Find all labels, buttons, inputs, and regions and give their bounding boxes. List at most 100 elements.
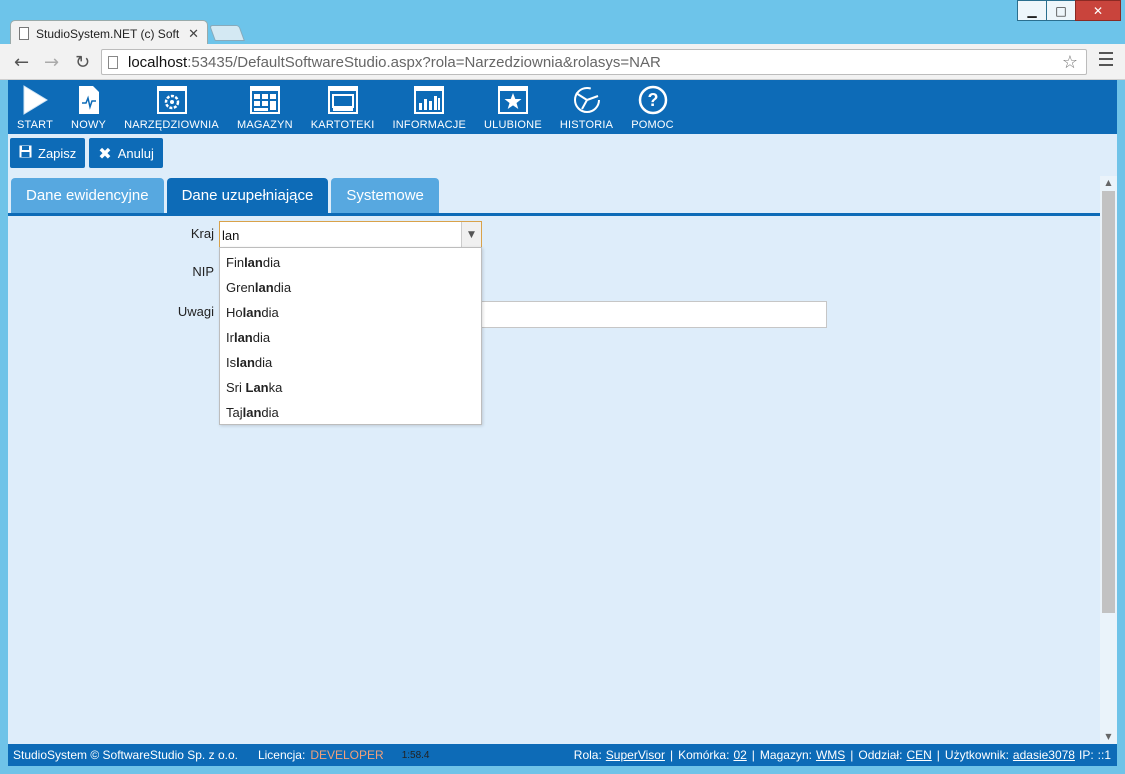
dropdown-option[interactable]: Fin lan dia — [220, 250, 481, 275]
url-field[interactable]: localhost:53435/DefaultSoftwareStudio.as… — [101, 49, 1087, 75]
option-text-match: lan — [242, 405, 262, 420]
option-text-match: lan — [242, 305, 262, 320]
bar-chart-icon — [414, 85, 445, 115]
start-button[interactable]: START — [8, 80, 62, 134]
option-text-pre: Gren — [226, 280, 255, 295]
url-path: :53435/DefaultSoftwareStudio.aspx?rola=N… — [187, 53, 661, 71]
oddzial-link[interactable]: CEN — [906, 748, 931, 762]
nowy-button[interactable]: NOWY — [62, 80, 115, 134]
license-label: Licencja: — [257, 748, 306, 762]
vertical-scrollbar[interactable]: ▲ ▼ — [1100, 176, 1117, 744]
address-bar-row: ← → ↻ localhost:53435/DefaultSoftwareStu… — [0, 44, 1125, 80]
maximize-button[interactable]: □ — [1046, 0, 1076, 21]
option-text-match: lan — [254, 280, 274, 295]
time-text: 1:58.4 — [401, 749, 430, 761]
browser-tab-title: StudioSystem.NET (c) Soft — [36, 26, 180, 41]
dropdown-option[interactable]: Sri Lan ka — [220, 375, 481, 400]
option-text-post: dia — [261, 305, 279, 320]
ulubione-button[interactable]: ULUBIONE — [475, 80, 551, 134]
ip-label: IP: — [1078, 748, 1094, 762]
option-text-match: lan — [233, 330, 253, 345]
option-text-post: dia — [252, 330, 271, 345]
page-tabs: Dane ewidencyjne Dane uzupełniające Syst… — [11, 178, 439, 213]
option-text-pre: Sri — [226, 380, 246, 395]
forward-arrow-icon[interactable]: → — [44, 52, 59, 73]
play-icon — [20, 85, 50, 115]
grid-icon — [249, 85, 280, 115]
help-icon: ? — [638, 85, 668, 115]
option-text-pre: Taj — [226, 405, 243, 420]
historia-button[interactable]: HISTORIA — [551, 80, 622, 134]
tab-systemowe[interactable]: Systemowe — [331, 178, 439, 213]
option-text-post: dia — [254, 355, 273, 370]
dropdown-option[interactable]: Gren lan dia — [220, 275, 481, 300]
magazyn-button[interactable]: MAGAZYN — [228, 80, 302, 134]
tab-dane-uzupelniajace[interactable]: Dane uzupełniające — [166, 178, 329, 213]
tab-dane-ewidencyjne[interactable]: Dane ewidencyjne — [11, 178, 164, 213]
kraj-dropdown-list: Fin lan dia Gren lan dia Ho lan dia Ir lan dia Is lan… — [219, 247, 482, 425]
gear-icon — [156, 85, 187, 115]
save-label: Zapisz — [38, 145, 77, 161]
scroll-up-icon[interactable]: ▲ — [1100, 176, 1117, 190]
browser-tab[interactable]: StudioSystem.NET (c) Soft ✕ — [10, 20, 208, 46]
license-value: DEVELOPER — [310, 748, 384, 762]
magazyn-label: Magazyn: — [759, 748, 812, 762]
option-text-post: ka — [268, 380, 283, 395]
window-titlebar: ▁ □ ✕ StudioSystem.NET (c) Soft ✕ — [0, 0, 1125, 46]
floppy-disk-icon — [19, 145, 32, 162]
bookmark-star-icon[interactable]: ☆ — [1062, 52, 1078, 73]
app-toolbar: START NOWY NARZĘDZIOWNIA MAGAZYN KARTOTE… — [8, 80, 1117, 134]
chevron-down-icon[interactable]: ▼ — [461, 222, 481, 247]
rola-link[interactable]: SuperVisor — [606, 748, 665, 762]
close-window-button[interactable]: ✕ — [1075, 0, 1121, 21]
magazyn-link[interactable]: WMS — [816, 748, 845, 762]
kartoteki-button[interactable]: KARTOTEKI — [302, 80, 384, 134]
status-bar: StudioSystem © SoftwareStudio Sp. z o.o.… — [8, 744, 1117, 766]
informacje-button[interactable]: INFORMACJE — [384, 80, 476, 134]
dropdown-option[interactable]: Ir lan dia — [220, 325, 481, 350]
komorka-link[interactable]: 02 — [733, 748, 746, 762]
dropdown-option[interactable]: Is lan dia — [220, 350, 481, 375]
oddzial-label: Oddział: — [858, 748, 903, 762]
option-text-pre: Ho — [226, 305, 243, 320]
uzytkownik-label: Użytkownik: — [944, 748, 1009, 762]
url-host: localhost — [128, 53, 188, 71]
scrollbar-thumb[interactable] — [1102, 191, 1115, 613]
reload-icon[interactable]: ↻ — [75, 52, 90, 73]
svg-text:?: ? — [647, 90, 658, 110]
kraj-label: Kraj — [190, 226, 214, 241]
kraj-combobox[interactable]: lan ▼ — [219, 221, 482, 248]
window-controls: ▁ □ ✕ — [1017, 0, 1121, 21]
kraj-input-value[interactable]: lan — [220, 222, 461, 247]
dropdown-option[interactable]: Taj lan dia — [220, 400, 481, 425]
company-text: StudioSystem © SoftwareStudio Sp. z o.o. — [13, 748, 238, 762]
option-text-match: Lan — [245, 380, 269, 395]
narzedziownia-button[interactable]: NARZĘDZIOWNIA — [115, 80, 228, 134]
new-tab-button[interactable] — [209, 25, 245, 41]
close-tab-icon[interactable]: ✕ — [188, 26, 199, 42]
browser-menu-icon[interactable] — [1099, 52, 1113, 70]
option-text-match: lan — [236, 355, 255, 370]
uwagi-input[interactable] — [480, 301, 827, 328]
close-icon: ✖ — [98, 143, 112, 163]
action-bar: Zapisz ✖ Anuluj — [10, 138, 163, 168]
cancel-label: Anuluj — [117, 145, 154, 161]
star-icon — [497, 85, 528, 115]
scroll-down-icon[interactable]: ▼ — [1100, 730, 1117, 744]
tab-underline — [8, 213, 1100, 216]
option-text-post: dia — [261, 405, 279, 420]
minimize-button[interactable]: ▁ — [1017, 0, 1047, 21]
pomoc-button[interactable]: ? POMOC — [622, 80, 683, 134]
rola-label: Rola: — [573, 748, 602, 762]
option-text-pre: Is — [226, 355, 237, 370]
window-icon — [327, 85, 358, 115]
back-arrow-icon[interactable]: ← — [14, 52, 29, 73]
nip-label: NIP — [192, 264, 214, 279]
option-text-match: lan — [244, 255, 263, 270]
dropdown-option[interactable]: Ho lan dia — [220, 300, 481, 325]
save-button[interactable]: Zapisz — [10, 138, 86, 168]
uzytkownik-link[interactable]: adasie3078 — [1013, 748, 1075, 762]
option-text-pre: Fin — [226, 255, 245, 270]
cancel-button[interactable]: ✖ Anuluj — [89, 138, 163, 168]
option-text-pre: Ir — [226, 330, 234, 345]
